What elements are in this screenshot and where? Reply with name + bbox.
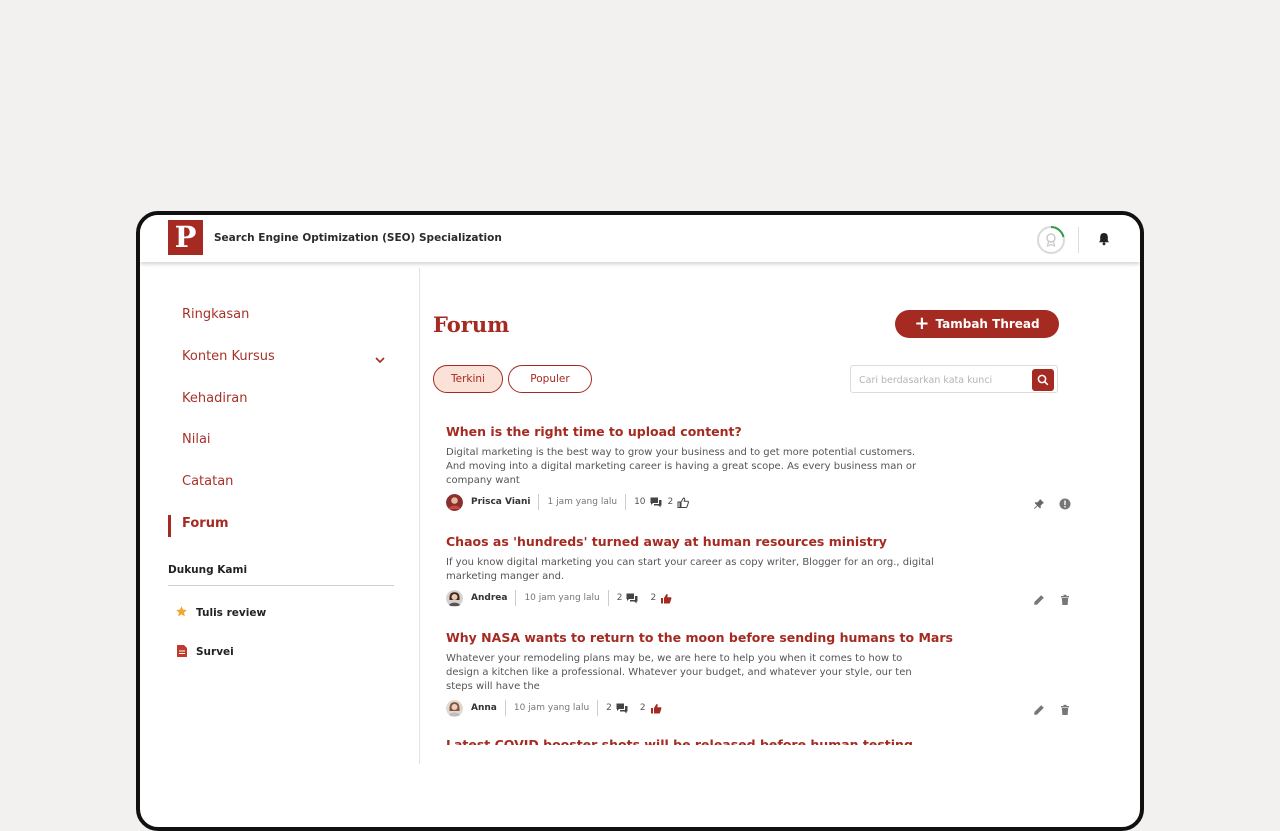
thread-author[interactable]: Anna <box>471 703 497 713</box>
comment-count: 2 <box>606 703 612 713</box>
report-icon[interactable] <box>1059 498 1071 510</box>
thumbs-up-outline-icon[interactable] <box>677 496 690 508</box>
thread-time: 1 jam yang lalu <box>547 497 618 507</box>
meta-divider <box>538 494 540 510</box>
app-window: P Search Engine Optimization (SEO) Speci… <box>136 211 1144 831</box>
search-input[interactable] <box>857 370 1026 390</box>
thread-item: Chaos as 'hundreds' turned away at human… <box>446 534 1086 614</box>
thumbs-up-icon[interactable] <box>650 703 662 714</box>
avatar[interactable] <box>446 493 463 511</box>
thread-author[interactable]: Prisca Viani <box>471 497 530 507</box>
thread-excerpt: If you know digital marketing you can st… <box>446 557 934 582</box>
partial-thread-title[interactable]: Latest COVID booster shots will be relea… <box>446 737 913 745</box>
thread-title[interactable]: Chaos as 'hundreds' turned away at human… <box>446 534 887 549</box>
like-count: 2 <box>667 497 674 507</box>
plus-icon: + <box>914 313 930 334</box>
write-review-link[interactable]: Tulis review <box>196 607 266 619</box>
header-divider <box>1078 227 1079 253</box>
sidebar-item-ringkasan[interactable]: Ringkasan <box>182 307 249 322</box>
thread-author[interactable]: Andrea <box>471 593 507 603</box>
sidebar-item-kehadiran[interactable]: Kehadiran <box>182 391 248 406</box>
thread-meta: Anna 10 jam yang lalu 2 2 <box>446 699 668 717</box>
chevron-down-icon[interactable] <box>374 354 386 366</box>
add-thread-button[interactable]: + Tambah Thread <box>895 310 1059 338</box>
badge-progress-icon[interactable] <box>1036 225 1066 255</box>
edit-icon[interactable] <box>1033 704 1045 716</box>
support-title: Dukung Kami <box>168 564 248 576</box>
sidebar-item-konten-kursus[interactable]: Konten Kursus <box>182 349 275 364</box>
meta-divider <box>504 700 506 716</box>
survey-link[interactable]: Survei <box>196 646 234 658</box>
pin-icon[interactable] <box>1033 498 1045 510</box>
comment-icon[interactable] <box>626 593 638 604</box>
search-button[interactable] <box>1032 369 1054 391</box>
avatar[interactable] <box>446 589 463 607</box>
tab-terkini[interactable]: Terkini <box>433 365 503 393</box>
like-count: 2 <box>639 703 646 713</box>
course-title: Search Engine Optimization (SEO) Special… <box>214 232 502 244</box>
sidebar-item-catatan[interactable]: Catatan <box>182 474 233 489</box>
page-title: Forum <box>433 312 510 337</box>
search-box <box>850 365 1058 393</box>
active-indicator <box>168 515 171 537</box>
bell-icon[interactable] <box>1096 231 1112 247</box>
like-count: 2 <box>650 593 657 603</box>
thread-excerpt: Whatever your remodeling plans may be, w… <box>446 653 912 692</box>
thread-meta: Prisca Viani 1 jam yang lalu 10 2 <box>446 493 695 511</box>
thread-item: Why NASA wants to return to the moon bef… <box>446 630 1086 720</box>
thread-title[interactable]: When is the right time to upload content… <box>446 424 742 439</box>
logo[interactable]: P <box>168 220 203 255</box>
search-icon <box>1037 374 1049 386</box>
delete-icon[interactable] <box>1059 704 1071 716</box>
edit-icon[interactable] <box>1033 594 1045 606</box>
comment-count: 10 <box>634 497 646 507</box>
thread-item: When is the right time to upload content… <box>446 424 1086 514</box>
comment-icon[interactable] <box>650 497 662 508</box>
document-icon <box>177 645 187 657</box>
top-bar: P Search Engine Optimization (SEO) Speci… <box>140 215 1140 262</box>
comment-count: 2 <box>616 593 623 603</box>
avatar[interactable] <box>446 699 463 717</box>
support-divider <box>168 585 394 586</box>
thread-excerpt: Digital marketing is the best way to gro… <box>446 447 917 486</box>
meta-divider <box>607 590 609 606</box>
add-thread-label: Tambah Thread <box>935 317 1040 331</box>
meta-divider <box>625 494 627 510</box>
sidebar-item-nilai[interactable]: Nilai <box>182 432 211 447</box>
thumbs-up-icon[interactable] <box>660 593 672 604</box>
delete-icon[interactable] <box>1059 594 1071 606</box>
thread-time: 10 jam yang lalu <box>524 593 600 603</box>
thread-title[interactable]: Why NASA wants to return to the moon bef… <box>446 630 953 645</box>
thread-meta: Andrea 10 jam yang lalu 2 2 <box>446 589 678 607</box>
sidebar <box>140 265 419 765</box>
comment-icon[interactable] <box>616 703 628 714</box>
meta-divider <box>597 700 599 716</box>
star-icon <box>176 606 187 617</box>
tab-populer[interactable]: Populer <box>508 365 592 393</box>
thread-time: 10 jam yang lalu <box>513 703 590 713</box>
meta-divider <box>515 590 517 606</box>
sidebar-item-forum[interactable]: Forum <box>182 516 229 531</box>
